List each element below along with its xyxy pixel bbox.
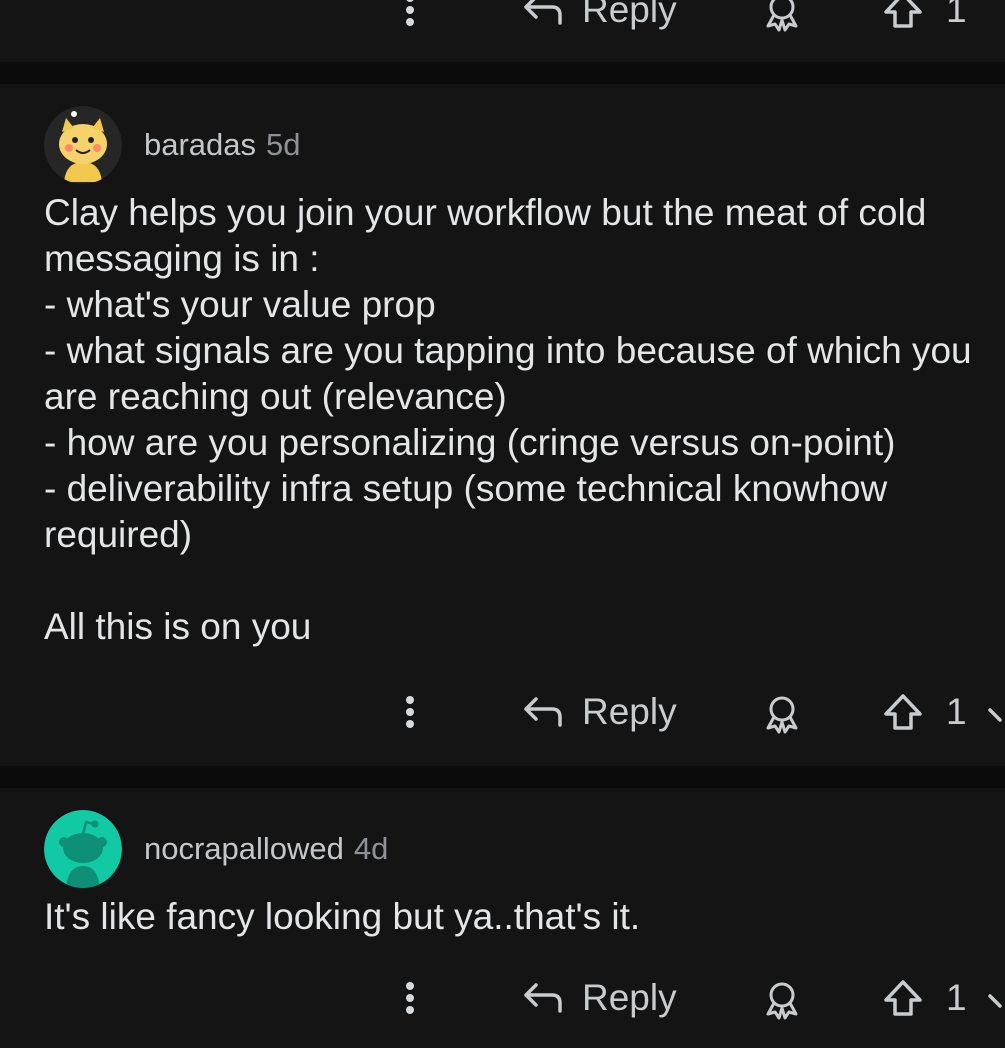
- reply-button[interactable]: Reply: [522, 688, 677, 736]
- comment-body: Clay helps you join your workflow but th…: [44, 192, 972, 647]
- upvote-icon[interactable]: [880, 978, 926, 1018]
- downvote-icon[interactable]: [988, 988, 1005, 1012]
- award-icon[interactable]: [762, 980, 802, 1020]
- reply-arrow-icon: [524, 697, 562, 727]
- reply-label: Reply: [582, 0, 677, 30]
- action-bar: Reply 1: [0, 682, 1005, 742]
- more-options-button[interactable]: [400, 0, 420, 32]
- downvote-icon[interactable]: [988, 702, 1005, 726]
- username[interactable]: nocrapallowed: [144, 831, 344, 867]
- upvote-count: 1: [946, 691, 967, 732]
- award-icon[interactable]: [762, 0, 802, 32]
- reply-label: Reply: [582, 977, 677, 1018]
- comment-age: 4d: [353, 831, 389, 866]
- comment-age: 5d: [266, 127, 301, 162]
- more-options-button[interactable]: [400, 690, 420, 734]
- upvote-icon[interactable]: [880, 692, 926, 732]
- comment-header: baradas 5d: [44, 106, 301, 184]
- comment-card: nocrapallowed 4d It's like fancy looking…: [0, 788, 1005, 1048]
- comment-body: It's like fancy looking but ya..that's i…: [44, 896, 641, 937]
- award-icon[interactable]: [762, 694, 802, 734]
- snoo-teal-avatar-icon[interactable]: [44, 810, 122, 888]
- snoo-yellow-avatar-icon[interactable]: [44, 106, 122, 184]
- upvote-count: 1: [946, 977, 967, 1018]
- reply-button[interactable]: Reply: [522, 0, 677, 34]
- action-bar: Reply 1: [0, 968, 1005, 1028]
- more-options-button[interactable]: [400, 976, 420, 1020]
- reply-arrow-icon: [524, 0, 562, 25]
- reply-button[interactable]: Reply: [522, 974, 677, 1022]
- comment-header: nocrapallowed 4d: [44, 810, 388, 888]
- reply-label: Reply: [582, 691, 677, 732]
- previous-comment-card: Reply 1: [0, 0, 1005, 62]
- username[interactable]: baradas: [144, 127, 256, 163]
- comment-card: baradas 5d Clay helps you join your work…: [0, 84, 1005, 766]
- action-bar: Reply 1: [0, 0, 1005, 40]
- upvote-icon[interactable]: [880, 0, 926, 30]
- reply-arrow-icon: [524, 983, 562, 1013]
- upvote-count: 1: [946, 0, 967, 30]
